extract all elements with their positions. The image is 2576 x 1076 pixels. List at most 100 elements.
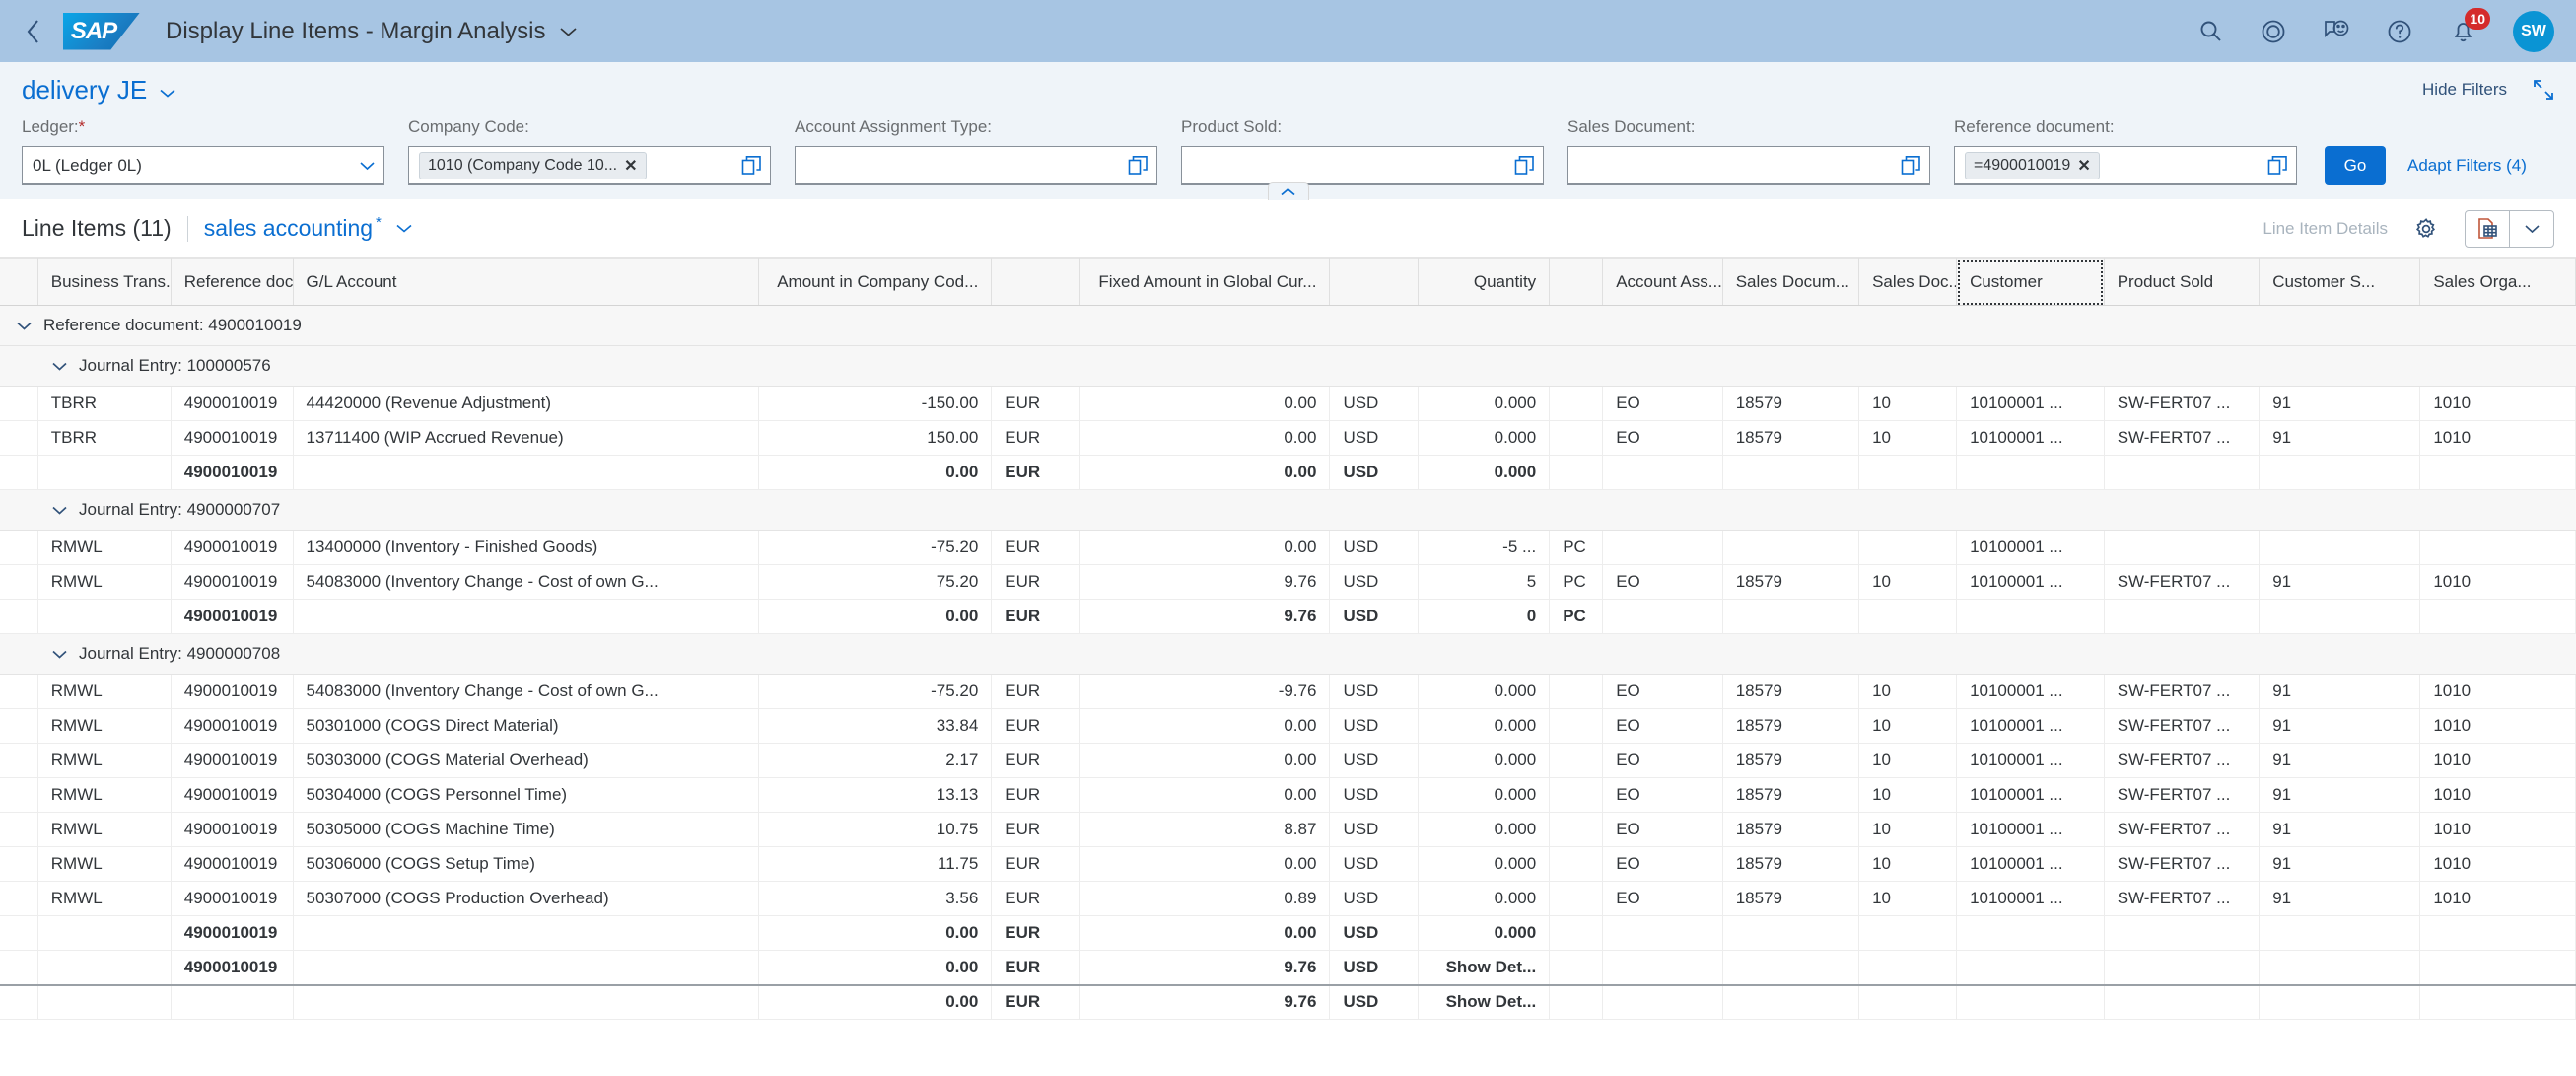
column-header-quantity[interactable]: Quantity (1419, 259, 1550, 306)
column-header-g-l-account[interactable]: G/L Account (293, 259, 759, 306)
row-select-cell[interactable] (0, 916, 37, 951)
variant-selector[interactable]: delivery JE (22, 75, 176, 106)
expand-full-screen-icon[interactable] (2533, 79, 2554, 101)
column-header-account-ass[interactable]: Account Ass... (1603, 259, 1723, 306)
cell-link[interactable]: 54083000 (Inventory Change - Cost of own… (293, 565, 759, 600)
column-header-product-sold[interactable]: Product Sold (2104, 259, 2260, 306)
column-header-reference-docu[interactable]: Reference docu... (171, 259, 293, 306)
hide-filters-button[interactable]: Hide Filters (2422, 80, 2507, 100)
remove-token-icon[interactable]: ✕ (2077, 156, 2090, 176)
copilot-icon[interactable] (2255, 13, 2292, 50)
gear-icon[interactable] (2409, 212, 2443, 246)
chevron-down-icon[interactable] (395, 223, 413, 234)
cell-link[interactable]: 18579 (1722, 744, 1858, 778)
chevron-down-icon[interactable] (359, 161, 376, 171)
cell-link[interactable]: 44420000 (Revenue Adjustment) (293, 387, 759, 421)
column-header-sales-orga[interactable]: Sales Orga... (2420, 259, 2576, 306)
group-header-row[interactable]: Journal Entry: 4900000708 (0, 634, 2576, 675)
cell-link[interactable]: 13711400 (WIP Accrued Revenue) (293, 421, 759, 456)
cell-link[interactable]: 50304000 (COGS Personnel Time) (293, 778, 759, 813)
column-header-unit-4[interactable] (992, 259, 1080, 306)
value-help-icon[interactable] (1128, 155, 1149, 176)
ledger-select[interactable]: 0L (Ledger 0L) (22, 146, 384, 185)
table-row[interactable]: RMWL490001001950307000 (COGS Production … (0, 882, 2576, 916)
table-variant-selector[interactable]: sales accounting * (204, 215, 413, 242)
cell-link[interactable]: 10100001 ... (1957, 709, 2105, 744)
row-select-cell[interactable] (0, 813, 37, 847)
cell-link[interactable]: 18579 (1722, 421, 1858, 456)
value-help-icon[interactable] (1901, 155, 1921, 176)
cell-link[interactable]: 10100001 ... (1957, 531, 2105, 565)
adapt-filters-button[interactable]: Adapt Filters (4) (2407, 146, 2527, 185)
cell-link[interactable]: 10100001 ... (1957, 778, 2105, 813)
table-row[interactable]: RMWL490001001950304000 (COGS Personnel T… (0, 778, 2576, 813)
table-row[interactable]: RMWL490001001913400000 (Inventory - Fini… (0, 531, 2576, 565)
subtotal-row[interactable]: 49000100190.00EUR0.00USD0.000 (0, 456, 2576, 490)
chevron-down-icon[interactable] (559, 26, 578, 37)
notifications-icon[interactable]: 10 (2444, 13, 2481, 50)
row-select-cell[interactable] (0, 951, 37, 985)
spreadsheet-export-icon[interactable] (2466, 211, 2509, 247)
row-select-cell[interactable] (0, 387, 37, 421)
column-header-customer[interactable]: Customer (1957, 259, 2105, 306)
value-help-icon[interactable] (1514, 155, 1535, 176)
cell-link[interactable]: 10100001 ... (1957, 675, 2105, 709)
help-icon[interactable] (2381, 13, 2418, 50)
account-assignment-type-input[interactable] (795, 146, 1157, 185)
column-header-fixed-amount-in-global-cur[interactable]: Fixed Amount in Global Cur... (1080, 259, 1330, 306)
subtotal-row[interactable]: 49000100190.00EUR0.00USD0.000 (0, 916, 2576, 951)
column-header-amount-in-company-cod[interactable]: Amount in Company Cod... (759, 259, 992, 306)
cell-link[interactable]: 54083000 (Inventory Change - Cost of own… (293, 675, 759, 709)
row-select-cell[interactable] (0, 778, 37, 813)
table-row[interactable]: RMWL490001001950306000 (COGS Setup Time)… (0, 847, 2576, 882)
remove-token-icon[interactable]: ✕ (624, 156, 637, 176)
chevron-down-icon[interactable] (51, 361, 68, 371)
search-icon[interactable] (2192, 13, 2229, 50)
row-select-cell[interactable] (0, 421, 37, 456)
row-select-cell[interactable] (0, 565, 37, 600)
cell-link[interactable]: 18579 (1722, 813, 1858, 847)
reference-document-token[interactable]: =4900010019 ✕ (1965, 152, 2100, 179)
feedback-icon[interactable] (2318, 13, 2355, 50)
table-row[interactable]: TBRR490001001913711400 (WIP Accrued Reve… (0, 421, 2576, 456)
cell-link[interactable]: 18579 (1722, 675, 1858, 709)
cell-link[interactable]: Show Det... (1419, 985, 1550, 1020)
column-header-business-trans[interactable]: Business Trans... (37, 259, 171, 306)
cell-link[interactable]: 18579 (1722, 882, 1858, 916)
chevron-down-icon[interactable] (51, 649, 68, 659)
company-code-token[interactable]: 1010 (Company Code 10... ✕ (419, 152, 647, 179)
cell-link[interactable]: 50303000 (COGS Material Overhead) (293, 744, 759, 778)
cell-link[interactable]: 50307000 (COGS Production Overhead) (293, 882, 759, 916)
cell-link[interactable]: 18579 (1722, 778, 1858, 813)
chevron-down-icon[interactable] (159, 75, 176, 106)
cell-link[interactable]: 10100001 ... (1957, 882, 2105, 916)
table-row[interactable]: RMWL490001001950303000 (COGS Material Ov… (0, 744, 2576, 778)
avatar[interactable]: SW (2513, 11, 2554, 52)
subtotal-row[interactable]: 0.00EUR9.76USDShow Det... (0, 985, 2576, 1020)
go-button[interactable]: Go (2325, 146, 2386, 185)
chevron-down-icon[interactable] (2510, 211, 2553, 247)
value-help-icon[interactable] (2267, 155, 2288, 176)
column-header-unit-8[interactable] (1550, 259, 1603, 306)
cell-link[interactable]: 10100001 ... (1957, 387, 2105, 421)
cell-link[interactable]: 10100001 ... (1957, 813, 2105, 847)
column-header-sales-doc[interactable]: Sales Doc... (1859, 259, 1957, 306)
row-select-cell[interactable] (0, 847, 37, 882)
table-row[interactable]: RMWL490001001950301000 (COGS Direct Mate… (0, 709, 2576, 744)
column-header-sales-docum[interactable]: Sales Docum... (1722, 259, 1858, 306)
cell-link[interactable]: 10100001 ... (1957, 744, 2105, 778)
subtotal-row[interactable]: 49000100190.00EUR9.76USD0PC (0, 600, 2576, 634)
company-code-input[interactable]: 1010 (Company Code 10... ✕ (408, 146, 771, 185)
group-header-row[interactable]: Reference document: 4900010019 (0, 306, 2576, 346)
cell-link[interactable]: 13400000 (Inventory - Finished Goods) (293, 531, 759, 565)
column-header-customer-s[interactable]: Customer S... (2260, 259, 2420, 306)
cell-link[interactable]: 18579 (1722, 565, 1858, 600)
table-row[interactable]: TBRR490001001944420000 (Revenue Adjustme… (0, 387, 2576, 421)
table-row[interactable]: RMWL490001001954083000 (Inventory Change… (0, 565, 2576, 600)
select-all-column[interactable] (0, 259, 37, 306)
row-select-cell[interactable] (0, 985, 37, 1020)
group-header-row[interactable]: Journal Entry: 100000576 (0, 346, 2576, 387)
value-help-icon[interactable] (741, 155, 762, 176)
cell-link[interactable]: 10100001 ... (1957, 565, 2105, 600)
product-sold-input[interactable] (1181, 146, 1544, 185)
